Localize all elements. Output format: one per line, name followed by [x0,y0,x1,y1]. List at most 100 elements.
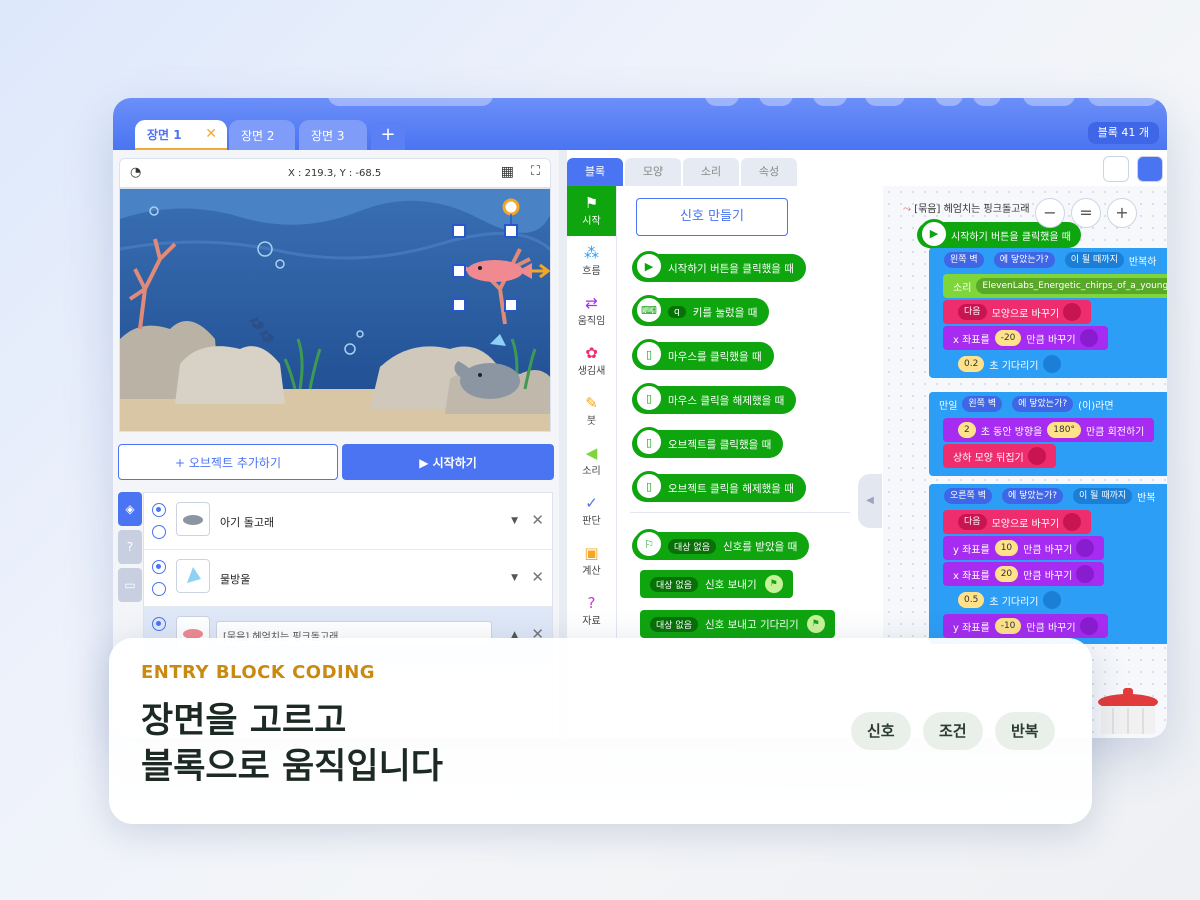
when-mouse-released-block[interactable]: ▯ 마우스 클릭을 해제했을 때 [632,383,797,414]
stage-canvas[interactable] [119,188,551,432]
lock-icon[interactable] [152,525,166,539]
toolbar-icon[interactable] [759,98,793,106]
tab-properties[interactable]: 속성 [741,158,797,186]
when-mouse-clicked-block[interactable]: ▯ 마우스를 클릭했을 때 [632,339,774,370]
rotate-block[interactable]: 2 초 동안 방향을 180° 만큼 회전하기 [943,418,1155,442]
wait-block[interactable]: 0.5 초 기다리기 [943,588,1071,612]
tab-blocks[interactable]: 블록 [567,158,623,186]
zoom-out-button[interactable]: − [1035,198,1065,228]
tab-shapes[interactable]: 모양 [625,158,681,186]
category-flow[interactable]: ⁂ 흐름 [567,236,616,286]
change-x-block[interactable]: x 좌표를 -20 만큼 바꾸기 [943,326,1108,350]
tab-scene-2[interactable]: 장면 2 [229,120,295,150]
toolbar-icon[interactable] [813,98,847,106]
tag-signal: 신호 [851,712,911,750]
send-signal-wait-block[interactable]: 대상 없음 신호 보내고 기다리기 ⚑ [640,610,835,638]
visibility-icon[interactable] [152,503,166,517]
coordinate-readout: X : 219.3, Y : -68.5 [288,168,382,179]
trash-bin-icon[interactable] [1093,688,1163,734]
toolbar-menu[interactable] [1088,98,1158,106]
redo-icon[interactable] [973,98,1001,106]
send-signal-block[interactable]: 대상 없음 신호 보내기 ⚑ [640,570,793,598]
when-signal-received-block[interactable]: ⚐ 대상 없음 신호를 받았을 때 [632,529,810,560]
add-scene-button[interactable]: + [371,122,405,150]
tab-scene-1[interactable]: 장면 1 ✕ [135,120,227,150]
tab-label: 장면 2 [241,128,275,143]
when-object-clicked-block[interactable]: ▯ 오브젝트를 클릭했을 때 [632,427,784,458]
play-icon: ▶ [634,251,664,281]
speed-icon[interactable]: ◔ [130,165,141,180]
undo-icon[interactable] [935,98,963,106]
category-move[interactable]: ⇄ 움직임 [567,286,616,336]
stage-header: ◔ X : 219.3, Y : -68.5 ▦ ⛶ [119,158,551,188]
chevron-down-icon[interactable]: ▼ [511,516,518,526]
object-thumbnail [176,559,210,593]
tag-repeat: 반복 [995,712,1055,750]
top-bar: 장면 1 ✕ 장면 2 장면 3 + 블록 41 개 [113,98,1167,150]
zoom-controls: − = + [1035,198,1137,228]
wait-block[interactable]: 0.2 초 기다리기 [943,352,1071,376]
visibility-icon[interactable] [152,617,166,631]
collapse-palette-button[interactable]: ◀ [858,474,882,528]
looks-icon: ✿ [585,344,598,362]
close-icon[interactable]: ✕ [205,126,217,142]
question-icon: ? [587,594,596,612]
zoom-reset-button[interactable]: = [1071,198,1101,228]
flow-icon: ⁂ [584,244,599,262]
toolbar-icon[interactable] [705,98,739,106]
chevron-down-icon[interactable]: ▼ [511,573,518,583]
change-x-block[interactable]: x 좌표를 20 만큼 바꾸기 [943,562,1105,586]
delete-icon[interactable]: ✕ [531,511,544,529]
change-y-block[interactable]: y 좌표를 -10 만큼 바꾸기 [943,614,1108,638]
script-caption: ⤳ [묶음] 헤엄치는 핑크돌고래 [903,204,1030,215]
category-judgement[interactable]: ✓ 판단 [567,486,616,536]
fullscreen-icon[interactable]: ⛶ [531,164,540,179]
dolphin-icon: ⤳ [903,204,911,215]
calc-icon: ▣ [584,544,599,562]
object-row[interactable]: 물방울 ▼ ✕ [144,550,552,607]
flag-icon: ⚑ [806,615,825,633]
category-data[interactable]: ? 자료 [567,586,616,636]
when-start-clicked-block[interactable]: ▶ 시작하기 버튼을 클릭했을 때 [632,251,806,282]
next-shape-block[interactable]: 다음 모양으로 바꾸기 [943,510,1092,534]
help-icon[interactable]: ? [118,530,142,564]
zoom-in-button[interactable]: + [1107,198,1137,228]
toolbar-icon[interactable] [865,98,905,106]
when-key-pressed-block[interactable]: ⌨ q 키를 눌렀을 때 [632,295,770,326]
mouse-icon: ▯ [634,427,664,457]
repeat-header-1: 왼쪽 벽 에 닿았는가? 이 될 때까지 반복하 [929,248,1167,272]
category-looks[interactable]: ✿ 생김새 [567,336,616,386]
check-icon: ✓ [585,494,598,512]
if-header: 만일 왼쪽 벽 에 닿았는가? (이)라면 [929,392,1124,416]
flag-icon: ⚑ [584,194,599,212]
lock-icon[interactable] [152,582,166,596]
toolbar-menu[interactable] [1023,98,1075,106]
card-headline: 장면을 고르고 블록으로 움직입니다 [141,698,443,790]
sound-block[interactable]: 소리 ElevenLabs_Energetic_chirps_of_a_youn… [943,274,1167,298]
next-shape-block[interactable]: 다음 모양으로 바꾸기 [943,300,1092,324]
start-button[interactable]: ▶ 시작하기 [342,444,554,480]
memo-icon[interactable] [1103,156,1129,182]
tab-sounds[interactable]: 소리 [683,158,739,186]
change-y-block[interactable]: y 좌표를 10 만큼 바꾸기 [943,536,1105,560]
repeat-header-2: 오른쪽 벽 에 닿았는가? 이 될 때까지 반복 [929,484,1166,508]
flag-icon: ⚑ [764,575,783,593]
category-start[interactable]: ⚑ 시작 [567,186,616,236]
category-calc[interactable]: ▣ 계산 [567,536,616,586]
console-icon[interactable]: ▭ [118,568,142,602]
category-brush[interactable]: ✎ 붓 [567,386,616,436]
add-object-button[interactable]: + 오브젝트 추가하기 [118,444,338,480]
object-name: 물방울 [220,573,251,586]
object-row[interactable]: 아기 돌고래 ▼ ✕ [144,493,552,550]
flip-vertical-block[interactable]: 상하 모양 뒤집기 [943,444,1056,468]
category-sound[interactable]: ◀ 소리 [567,436,616,486]
add-icon[interactable] [1137,156,1163,182]
make-signal-button[interactable]: 신호 만들기 [636,198,788,236]
grid-icon[interactable]: ▦ [501,164,514,180]
project-title-field[interactable] [328,98,493,106]
tab-scene-3[interactable]: 장면 3 [299,120,367,150]
delete-icon[interactable]: ✕ [531,568,544,586]
when-object-released-block[interactable]: ▯ 오브젝트 클릭을 해제했을 때 [632,471,806,502]
object-tab-icon[interactable]: ◈ [118,492,142,526]
visibility-icon[interactable] [152,560,166,574]
